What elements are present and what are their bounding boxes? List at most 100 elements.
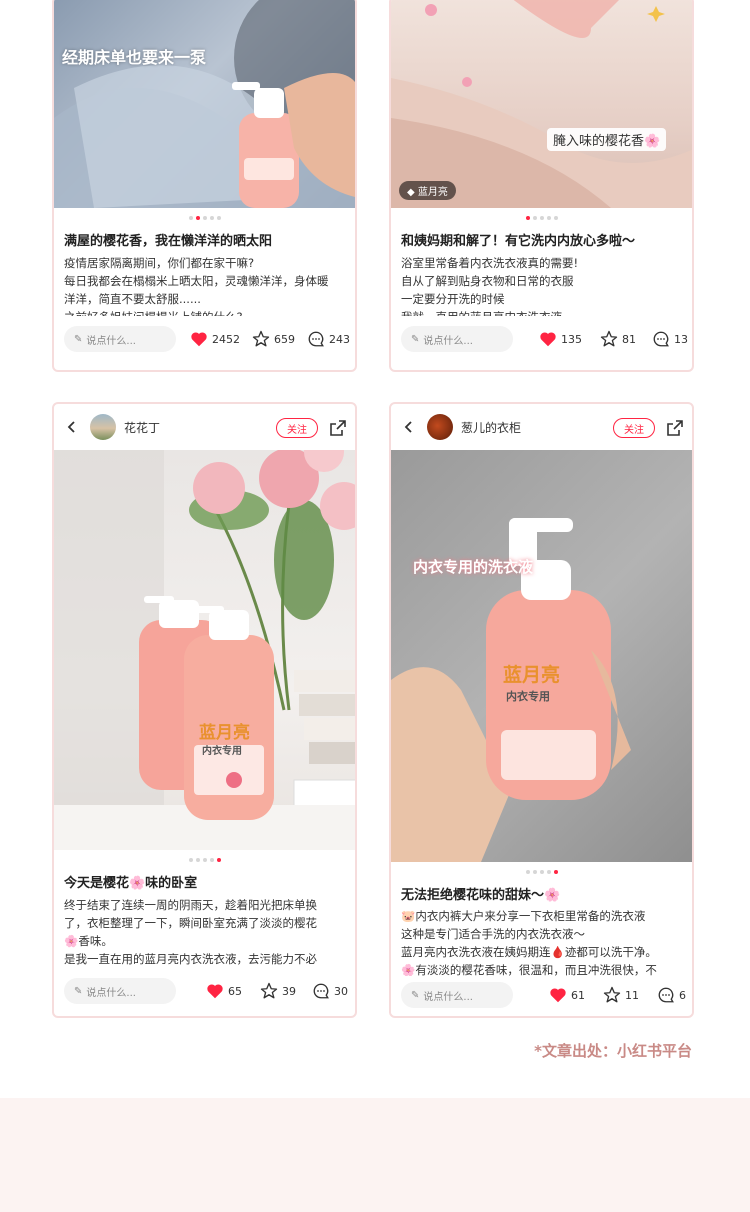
- product-brand-label: 蓝月亮: [199, 723, 250, 743]
- note-body-line: 疫情居家隔离期间，你们都在家干嘛?: [64, 256, 255, 270]
- page-footer-background: [0, 1098, 750, 1212]
- note-body-line: 蓝月亮内衣洗衣液在姨妈期连🩸迹都可以洗干净。: [401, 945, 657, 959]
- comment-placeholder: 说点什么...: [423, 991, 473, 1003]
- note-body-line: 洋洋，简直不要太舒服......: [64, 292, 201, 306]
- photo-overlay-caption: 经期床单也要来一泵: [62, 48, 207, 67]
- comment-icon: [658, 987, 674, 1003]
- photo-illustration: [54, 450, 355, 850]
- comment-placeholder: 说点什么...: [86, 335, 136, 347]
- heart-icon: [207, 984, 223, 999]
- like-button[interactable]: 2452: [190, 331, 240, 347]
- source-note: *文章出处：小红书平台: [534, 1042, 692, 1060]
- star-icon: [603, 986, 621, 1003]
- photo-illustration: [54, 0, 355, 208]
- author-name[interactable]: 葱儿的衣柜: [461, 419, 521, 436]
- carousel-dots: [189, 858, 221, 862]
- photo-illustration: [391, 518, 631, 862]
- action-bar: ✎ 说点什么... 135 81 13: [391, 320, 692, 358]
- note-photo-1[interactable]: 经期床单也要来一泵: [54, 0, 355, 208]
- like-count: 135: [561, 332, 582, 346]
- follow-button[interactable]: 关注: [613, 418, 655, 438]
- note-card-4[interactable]: 葱儿的衣柜 关注 内衣专用的洗衣液 蓝月亮 内衣专用 无法拒绝樱花味的甜妹～🌸 …: [389, 402, 694, 1018]
- collect-button[interactable]: 659: [252, 330, 295, 348]
- heart-icon: [191, 332, 207, 347]
- comment-button[interactable]: 243: [307, 330, 350, 348]
- like-count: 61: [571, 988, 585, 1002]
- comment-button[interactable]: 6: [657, 986, 686, 1004]
- comment-placeholder: 说点什么...: [423, 335, 473, 347]
- collect-button[interactable]: 81: [600, 330, 636, 348]
- comment-count: 6: [679, 988, 686, 1002]
- note-card-2[interactable]: 腌入味的樱花香🌸 ◆ 蓝月亮 和姨妈期和解了！有它洗内内放心多啦～ 浴室里常备着…: [389, 0, 694, 372]
- comment-button[interactable]: 13: [652, 330, 688, 348]
- like-button[interactable]: 61: [549, 987, 585, 1003]
- comment-count: 30: [334, 984, 348, 998]
- comment-input[interactable]: ✎ 说点什么...: [401, 982, 513, 1008]
- product-type-label: 内衣专用: [202, 746, 242, 757]
- action-bar: ✎ 说点什么... 2452 659 243: [54, 320, 355, 358]
- note-body-line: 🐷内衣内裤大户来分享一下衣柜里常备的洗衣液: [401, 909, 646, 923]
- note-body-line: 是我一直在用的蓝月亮内衣洗衣液，去污能力不必: [64, 952, 317, 966]
- back-icon[interactable]: [66, 421, 78, 433]
- note-body: 疫情居家隔离期间，你们都在家干嘛? 每日我都会在榻榻米上晒太阳，灵魂懒洋洋，身体…: [64, 254, 347, 316]
- comment-icon: [653, 331, 669, 347]
- star-icon: [260, 982, 278, 999]
- note-body: 浴室里常备着内衣洗衣液真的需要! 自从了解到贴身衣物和日常的衣服 一定要分开洗的…: [401, 254, 684, 316]
- note-header: 花花丁 关注: [54, 404, 355, 450]
- like-count: 65: [228, 984, 242, 998]
- note-body-line: 这种是专门适合手洗的内衣洗衣液～: [401, 927, 585, 941]
- pencil-icon: ✎: [411, 333, 420, 345]
- note-photo-2[interactable]: 腌入味的樱花香🌸 ◆ 蓝月亮: [391, 0, 692, 208]
- note-card-3[interactable]: 花花丁 关注 蓝月亮 内衣专用 今天是樱花🌸味的卧室 终于结束了连续一周的阴雨天…: [52, 402, 357, 1018]
- note-body-line: 一定要分开洗的时候: [401, 292, 505, 306]
- tag-icon: ◆: [407, 187, 415, 198]
- note-body: 🐷内衣内裤大户来分享一下衣柜里常备的洗衣液 这种是专门适合手洗的内衣洗衣液～ 蓝…: [401, 907, 684, 977]
- comment-input[interactable]: ✎ 说点什么...: [401, 326, 513, 352]
- collect-count: 81: [622, 332, 636, 346]
- comment-button[interactable]: 30: [312, 982, 348, 1000]
- brand-tag[interactable]: ◆ 蓝月亮: [399, 181, 456, 200]
- note-photo-3[interactable]: 蓝月亮 内衣专用: [54, 450, 355, 850]
- note-title: 今天是樱花🌸味的卧室: [64, 876, 198, 891]
- share-icon[interactable]: [330, 420, 346, 436]
- note-photo-4[interactable]: 内衣专用的洗衣液 蓝月亮 内衣专用: [391, 450, 692, 862]
- star-icon: [252, 330, 270, 347]
- note-body-line: 🌸有淡淡的樱花香味，很温和，而且冲洗很快，不: [401, 963, 657, 977]
- comment-input[interactable]: ✎ 说点什么...: [64, 978, 176, 1004]
- share-icon[interactable]: [667, 420, 683, 436]
- collect-button[interactable]: 11: [603, 986, 639, 1004]
- comment-icon: [313, 983, 329, 999]
- note-header: 葱儿的衣柜 关注: [391, 404, 692, 450]
- note-body-line: 之前好多姐妹问榻榻米上铺的什么?: [64, 308, 347, 316]
- comment-count: 13: [674, 332, 688, 346]
- note-body-line: 浴室里常备着内衣洗衣液真的需要!: [401, 256, 579, 270]
- collect-count: 11: [625, 988, 639, 1002]
- collect-button[interactable]: 39: [260, 982, 296, 1000]
- brand-tag-label: 蓝月亮: [417, 187, 448, 198]
- note-title: 无法拒绝樱花味的甜妹～🌸: [401, 888, 561, 903]
- back-icon[interactable]: [403, 421, 415, 433]
- comment-input[interactable]: ✎ 说点什么...: [64, 326, 176, 352]
- photo-overlay-caption: 内衣专用的洗衣液: [413, 558, 534, 576]
- photo-overlay-caption: 腌入味的樱花香🌸: [547, 128, 667, 151]
- note-body-line: 每日我都会在榻榻米上晒太阳，灵魂懒洋洋，身体暖: [64, 274, 329, 288]
- pencil-icon: ✎: [411, 989, 420, 1001]
- avatar[interactable]: [90, 414, 116, 440]
- note-body: 终于结束了连续一周的阴雨天，趁着阳光把床单换 了，衣柜整理了一下，瞬间卧室充满了…: [64, 896, 347, 968]
- carousel-dots: [189, 216, 221, 220]
- pencil-icon: ✎: [74, 985, 83, 997]
- follow-button[interactable]: 关注: [276, 418, 318, 438]
- like-button[interactable]: 65: [206, 983, 242, 999]
- author-name[interactable]: 花花丁: [124, 419, 160, 436]
- like-count: 2452: [212, 332, 240, 346]
- note-body-line: 终于结束了连续一周的阴雨天，趁着阳光把床单换: [64, 898, 317, 912]
- note-card-1[interactable]: 经期床单也要来一泵 满屋的樱花香，我在懒洋洋的晒太阳 疫情居家隔离期间，你们都在…: [52, 0, 357, 372]
- avatar[interactable]: [427, 414, 453, 440]
- carousel-dots: [526, 870, 558, 874]
- action-bar: ✎ 说点什么... 61 11 6: [391, 976, 692, 1014]
- product-brand-label: 蓝月亮: [503, 664, 561, 686]
- like-button[interactable]: 135: [539, 331, 582, 347]
- photo-illustration: [391, 0, 692, 208]
- pencil-icon: ✎: [74, 333, 83, 345]
- comment-placeholder: 说点什么...: [86, 987, 136, 999]
